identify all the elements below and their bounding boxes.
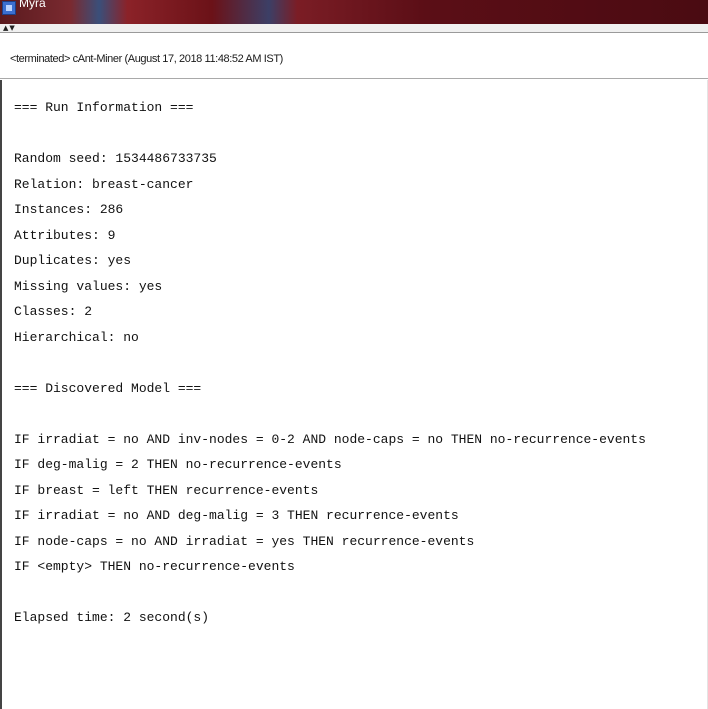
view-controls-strip: ▲▼ <box>0 24 708 33</box>
console-left-border <box>0 80 2 709</box>
output-line: Elapsed time: 2 second(s) <box>14 610 210 625</box>
output-line: === Discovered Model === <box>14 380 202 396</box>
output-lines: === Run Information === Random seed: 1534… <box>14 95 646 631</box>
app-icon <box>2 1 16 15</box>
output-line: Classes: 2 <box>14 304 93 319</box>
output-line: Missing values: yes <box>14 278 163 294</box>
output-line: Duplicates: yes <box>14 253 132 268</box>
output-line: Instances: 286 <box>14 202 124 217</box>
console-header: <terminated> cAnt-Miner (August 17, 2018… <box>0 33 708 79</box>
console-output[interactable]: === Run Information === Random seed: 1534… <box>0 80 708 709</box>
output-line: IF deg-malig = 2 THEN no-recurrence-even… <box>14 457 342 472</box>
minimize-maximize-icon[interactable]: ▲▼ <box>3 24 15 32</box>
output-line <box>14 350 646 376</box>
output-line: IF <empty> THEN no-recurrence-events <box>14 559 295 574</box>
output-line: IF breast = left THEN recurrence-events <box>14 482 319 498</box>
output-line: Hierarchical: no <box>14 329 139 345</box>
output-line: IF irradiat = no AND deg-malig = 3 THEN … <box>14 508 459 523</box>
output-line <box>14 401 646 427</box>
output-line: Relation: breast-cancer <box>14 176 194 192</box>
window-title: Myra <box>19 0 46 10</box>
console-label: <terminated> cAnt-Miner (August 17, 2018… <box>10 53 283 65</box>
output-line: IF node-caps = no AND irradiat = yes THE… <box>14 533 475 549</box>
output-line <box>14 580 646 606</box>
output-line: === Run Information === <box>14 100 194 115</box>
output-line: Random seed: 1534486733735 <box>14 151 217 166</box>
title-bar[interactable]: Myra <box>0 0 708 24</box>
app-window: Myra ▲▼ <terminated> cAnt-Miner (August … <box>0 0 708 709</box>
output-line: IF irradiat = no AND inv-nodes = 0-2 AND… <box>14 431 646 447</box>
output-line <box>14 121 646 147</box>
output-line: Attributes: 9 <box>14 227 116 243</box>
